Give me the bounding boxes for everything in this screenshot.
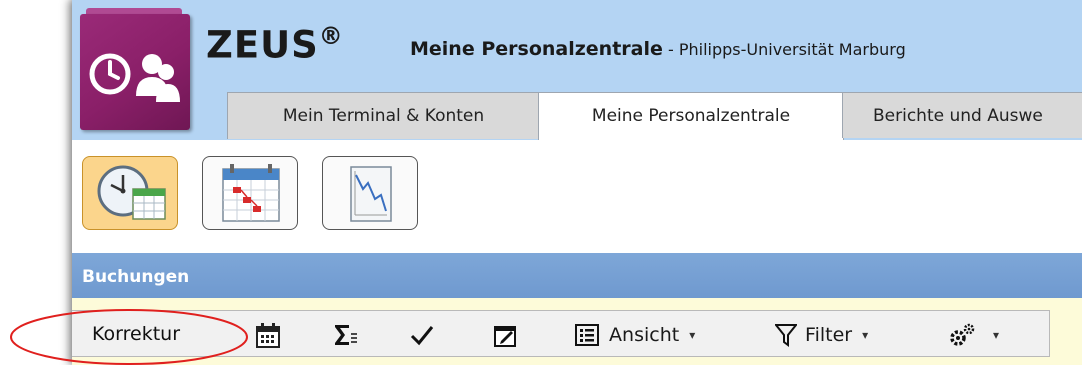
view-dropdown-icon: ▾ bbox=[689, 327, 696, 342]
module-toolbar bbox=[72, 140, 1082, 253]
settings-menu[interactable]: ▾ bbox=[947, 319, 999, 349]
filter-icon bbox=[773, 323, 799, 347]
reports-button[interactable] bbox=[322, 156, 418, 230]
page-title: Meine Personalzentrale - Philipps-Univer… bbox=[410, 38, 906, 60]
planning-calendar-button[interactable] bbox=[202, 156, 298, 230]
section-header: Buchungen bbox=[72, 253, 1082, 298]
sum-icon bbox=[335, 324, 357, 345]
settings-dropdown-icon: ▾ bbox=[993, 327, 1000, 342]
filter-dropdown-icon: ▾ bbox=[862, 327, 869, 342]
time-tracking-button[interactable] bbox=[82, 156, 178, 230]
confirm-button[interactable] bbox=[410, 319, 434, 349]
filter-menu-label: Filter bbox=[805, 323, 853, 346]
report-chart-icon bbox=[350, 166, 392, 222]
zeus-logo bbox=[80, 14, 190, 130]
section-title: Buchungen bbox=[82, 267, 190, 287]
checkmark-icon bbox=[410, 325, 434, 345]
calendar-button[interactable] bbox=[255, 319, 281, 349]
app-header: ZEUS® Meine Personalzentrale - Philipps-… bbox=[72, 0, 1082, 141]
logo-symbols-icon bbox=[89, 53, 180, 102]
tab-berichte-und-auswertungen[interactable]: Berichte und Auswe bbox=[842, 92, 1082, 138]
notepad-edit-icon bbox=[494, 325, 516, 347]
filter-menu[interactable]: Filter ▾ bbox=[773, 319, 869, 349]
edit-note-button[interactable] bbox=[492, 319, 518, 349]
view-menu[interactable]: Ansicht ▾ bbox=[575, 319, 695, 349]
list-view-icon bbox=[575, 323, 599, 346]
view-menu-label: Ansicht bbox=[609, 323, 680, 346]
tab-mein-terminal-konten[interactable]: Mein Terminal & Konten bbox=[227, 92, 540, 139]
app-brand: ZEUS® bbox=[206, 22, 344, 67]
tab-meine-personalzentrale[interactable]: Meine Personalzentrale bbox=[538, 92, 844, 141]
gantt-calendar-icon bbox=[222, 164, 280, 222]
clock-calendar-icon bbox=[97, 165, 166, 220]
sum-button[interactable] bbox=[332, 319, 358, 349]
gears-icon bbox=[950, 323, 975, 346]
korrektur-highlight-ellipse bbox=[10, 309, 248, 365]
calendar-icon bbox=[256, 322, 280, 348]
